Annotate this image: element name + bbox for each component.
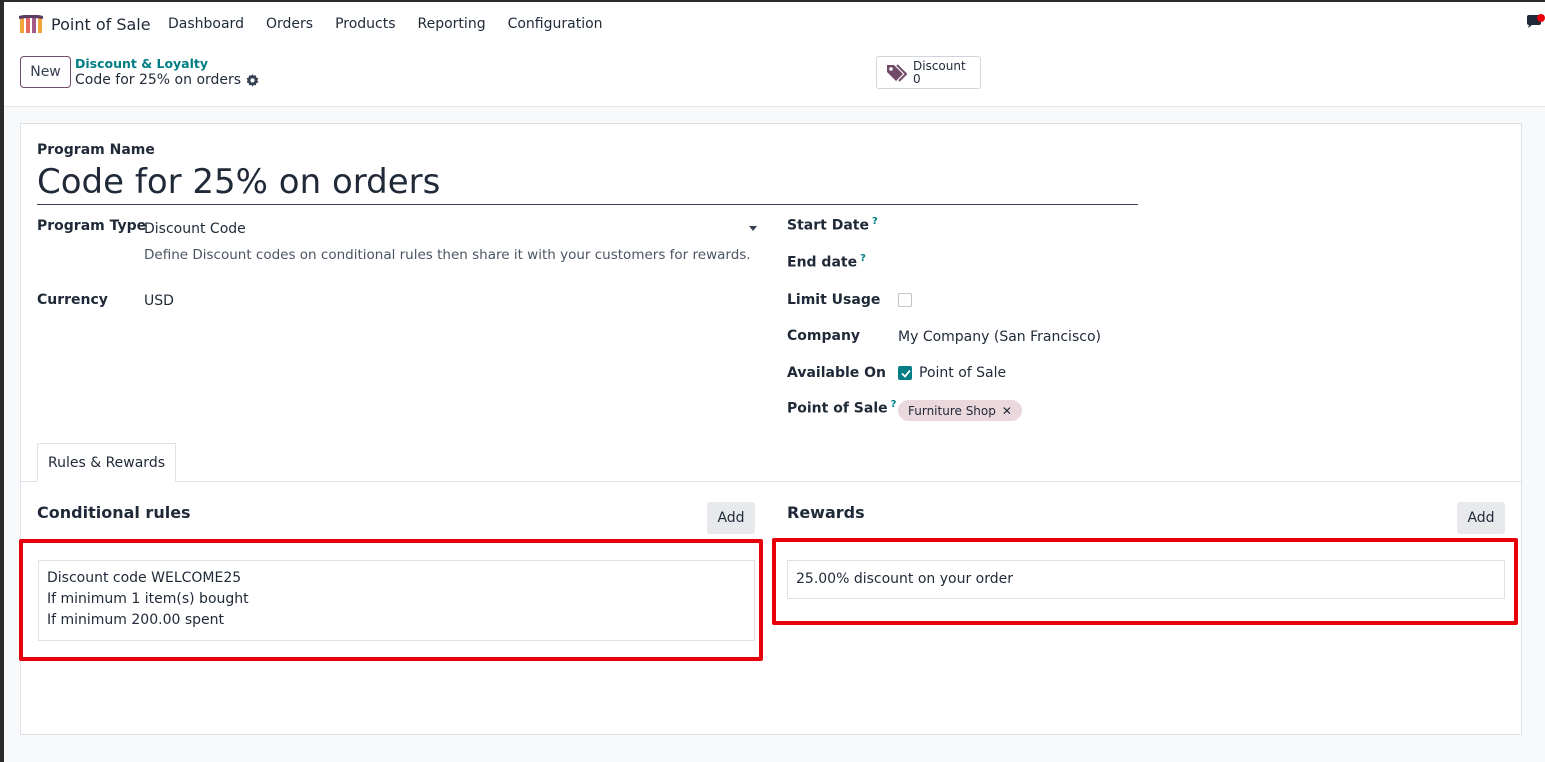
available-on-label: Available On xyxy=(787,365,887,381)
start-date-help[interactable]: ? xyxy=(872,216,878,227)
menu-dashboard[interactable]: Dashboard xyxy=(168,16,244,32)
menu-orders[interactable]: Orders xyxy=(266,16,313,32)
app-name[interactable]: Point of Sale xyxy=(51,15,151,34)
remove-tag-icon[interactable]: ✕ xyxy=(1002,404,1012,418)
smart-button-label: Discount xyxy=(913,59,966,73)
breadcrumb-parent[interactable]: Discount & Loyalty xyxy=(75,56,208,71)
end-date-input[interactable] xyxy=(898,253,1138,275)
menu-configuration[interactable]: Configuration xyxy=(508,16,603,32)
menu-reporting[interactable]: Reporting xyxy=(418,16,486,32)
control-panel: New Discount & Loyalty Code for 25% on o… xyxy=(4,48,1545,107)
currency-value: USD xyxy=(144,293,174,309)
limit-usage-checkbox[interactable] xyxy=(898,293,912,307)
currency-label: Currency xyxy=(37,292,108,308)
add-reward-button[interactable]: Add xyxy=(1457,502,1505,534)
end-date-label-text: End date xyxy=(787,254,858,271)
limit-usage-label: Limit Usage xyxy=(787,292,881,308)
add-rule-button[interactable]: Add xyxy=(707,502,755,534)
point-of-sale-tag: Furniture Shop ✕ xyxy=(898,400,1022,421)
end-date-label: End date? xyxy=(787,253,866,271)
available-on-option[interactable]: Point of Sale xyxy=(919,365,1006,381)
menu-products[interactable]: Products xyxy=(335,16,395,32)
company-label: Company xyxy=(787,328,861,344)
point-of-sale-help[interactable]: ? xyxy=(891,399,897,410)
start-date-label-text: Start Date xyxy=(787,217,869,234)
pos-app-icon[interactable] xyxy=(18,15,44,35)
window-edge xyxy=(0,0,4,762)
program-type-help: Define Discount codes on conditional rul… xyxy=(144,247,751,263)
discount-smart-button[interactable]: Discount 0 xyxy=(876,56,981,89)
chat-icon[interactable] xyxy=(1525,14,1545,32)
pos-available-checkbox[interactable] xyxy=(898,366,912,380)
top-navbar: Point of Sale Dashboard Orders Products … xyxy=(4,2,1545,48)
tag-label: Furniture Shop xyxy=(908,403,996,418)
caret-down-icon xyxy=(749,226,757,231)
point-of-sale-label: Point of Sale? xyxy=(787,399,896,417)
breadcrumb-current: Code for 25% on orders xyxy=(75,72,259,88)
rewards-title: Rewards xyxy=(787,503,865,522)
main-menu: Dashboard Orders Products Reporting Conf… xyxy=(168,16,625,32)
tab-divider xyxy=(21,481,1521,482)
breadcrumb-current-label: Code for 25% on orders xyxy=(75,72,242,88)
check-icon xyxy=(901,369,911,378)
program-type-label: Program Type xyxy=(37,218,147,234)
company-value[interactable]: My Company (San Francisco) xyxy=(898,329,1101,345)
program-type-value: Discount Code xyxy=(144,221,246,237)
highlight-rules-box xyxy=(19,539,763,661)
gear-icon[interactable] xyxy=(246,73,259,87)
end-date-help[interactable]: ? xyxy=(860,253,866,264)
program-name-label: Program Name xyxy=(37,142,155,158)
smart-button-value: 0 xyxy=(913,72,921,86)
highlight-rewards-box xyxy=(772,538,1518,625)
tags-icon xyxy=(887,64,908,82)
program-type-select[interactable]: Discount Code xyxy=(144,218,757,240)
point-of-sale-label-text: Point of Sale xyxy=(787,400,888,417)
conditional-rules-title: Conditional rules xyxy=(37,503,191,522)
program-name-input[interactable]: Code for 25% on orders xyxy=(37,162,1138,205)
tab-rules-rewards[interactable]: Rules & Rewards xyxy=(37,443,176,482)
new-button[interactable]: New xyxy=(20,56,71,88)
start-date-label: Start Date? xyxy=(787,216,878,234)
start-date-input[interactable] xyxy=(898,216,1138,238)
